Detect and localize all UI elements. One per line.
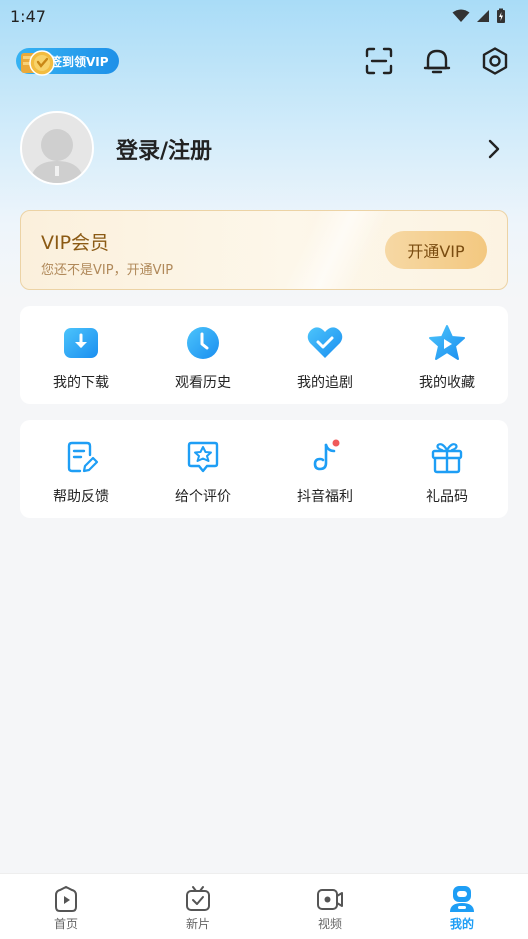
my-downloads-item[interactable]: 我的下载	[20, 306, 142, 404]
gift-icon	[431, 443, 463, 474]
wifi-icon	[452, 9, 470, 22]
cell-signal-icon	[477, 10, 489, 22]
status-time: 1:47	[10, 6, 46, 26]
vip-title: VIP会员	[41, 232, 110, 254]
douyin-benefits-label: 抖音福利	[297, 489, 353, 505]
avatar[interactable]	[20, 111, 94, 185]
tab-home-label: 首页	[53, 917, 78, 931]
chevron-right-icon[interactable]	[484, 137, 504, 161]
battery-icon	[497, 8, 505, 23]
login-register-label[interactable]: 登录/注册	[116, 133, 212, 165]
status-bar: 1:47	[0, 0, 528, 32]
default-avatar-icon	[30, 129, 84, 183]
profile-icon	[450, 886, 474, 912]
my-favorites-item[interactable]: 我的收藏	[386, 306, 508, 404]
watch-history-item[interactable]: 观看历史	[142, 306, 264, 404]
tab-new-releases-label: 新片	[185, 917, 210, 931]
sign-in-vip-button[interactable]: 签到领VIP	[16, 47, 119, 76]
history-clock-icon	[187, 327, 219, 359]
tab-mine[interactable]: 我的	[396, 874, 528, 939]
bottom-tab-bar: 首页 新片 视频 我的	[0, 873, 528, 939]
video-camera-icon	[317, 889, 343, 910]
douyin-benefits-item[interactable]: 抖音福利	[264, 420, 386, 518]
heart-check-icon	[307, 327, 343, 358]
tv-new-icon	[186, 886, 210, 911]
feedback-icon	[67, 441, 99, 473]
services-card: 帮助反馈 给个评价 抖音福利 礼品码	[20, 420, 508, 518]
download-icon	[64, 328, 98, 358]
gift-code-label: 礼品码	[426, 489, 468, 505]
vip-subtitle: 您还不是VIP，开通VIP	[41, 263, 174, 278]
open-vip-button[interactable]: 开通VIP	[385, 231, 487, 269]
top-header: 签到领VIP	[0, 40, 528, 84]
my-following-label: 我的追剧	[297, 375, 353, 391]
tab-videos-label: 视频	[317, 917, 342, 931]
settings-gear-icon[interactable]	[480, 46, 510, 76]
watch-history-label: 观看历史	[175, 375, 231, 391]
coin-stack-icon	[21, 50, 55, 76]
rate-app-item[interactable]: 给个评价	[142, 420, 264, 518]
douyin-icon	[313, 439, 340, 471]
star-play-icon	[429, 325, 465, 360]
my-following-item[interactable]: 我的追剧	[264, 306, 386, 404]
help-feedback-label: 帮助反馈	[53, 489, 109, 505]
rating-star-icon	[187, 441, 219, 473]
my-favorites-label: 我的收藏	[419, 375, 475, 391]
home-play-icon	[55, 885, 77, 912]
help-feedback-item[interactable]: 帮助反馈	[20, 420, 142, 518]
quick-actions-card: 我的下载 观看历史 我的追剧 我的收藏	[20, 306, 508, 404]
notification-bell-icon[interactable]	[422, 46, 452, 76]
rate-app-label: 给个评价	[175, 489, 231, 505]
tab-videos[interactable]: 视频	[264, 874, 396, 939]
gift-code-item[interactable]: 礼品码	[386, 420, 508, 518]
vip-membership-card[interactable]: VIP会员 您还不是VIP，开通VIP 开通VIP	[20, 210, 508, 290]
my-downloads-label: 我的下载	[53, 375, 109, 391]
scan-icon[interactable]	[364, 46, 394, 76]
status-icons	[452, 8, 506, 24]
tab-mine-label: 我的	[449, 917, 474, 931]
tab-home[interactable]: 首页	[0, 874, 132, 939]
profile-login-row[interactable]: 登录/注册	[20, 111, 508, 187]
tab-new-releases[interactable]: 新片	[132, 874, 264, 939]
